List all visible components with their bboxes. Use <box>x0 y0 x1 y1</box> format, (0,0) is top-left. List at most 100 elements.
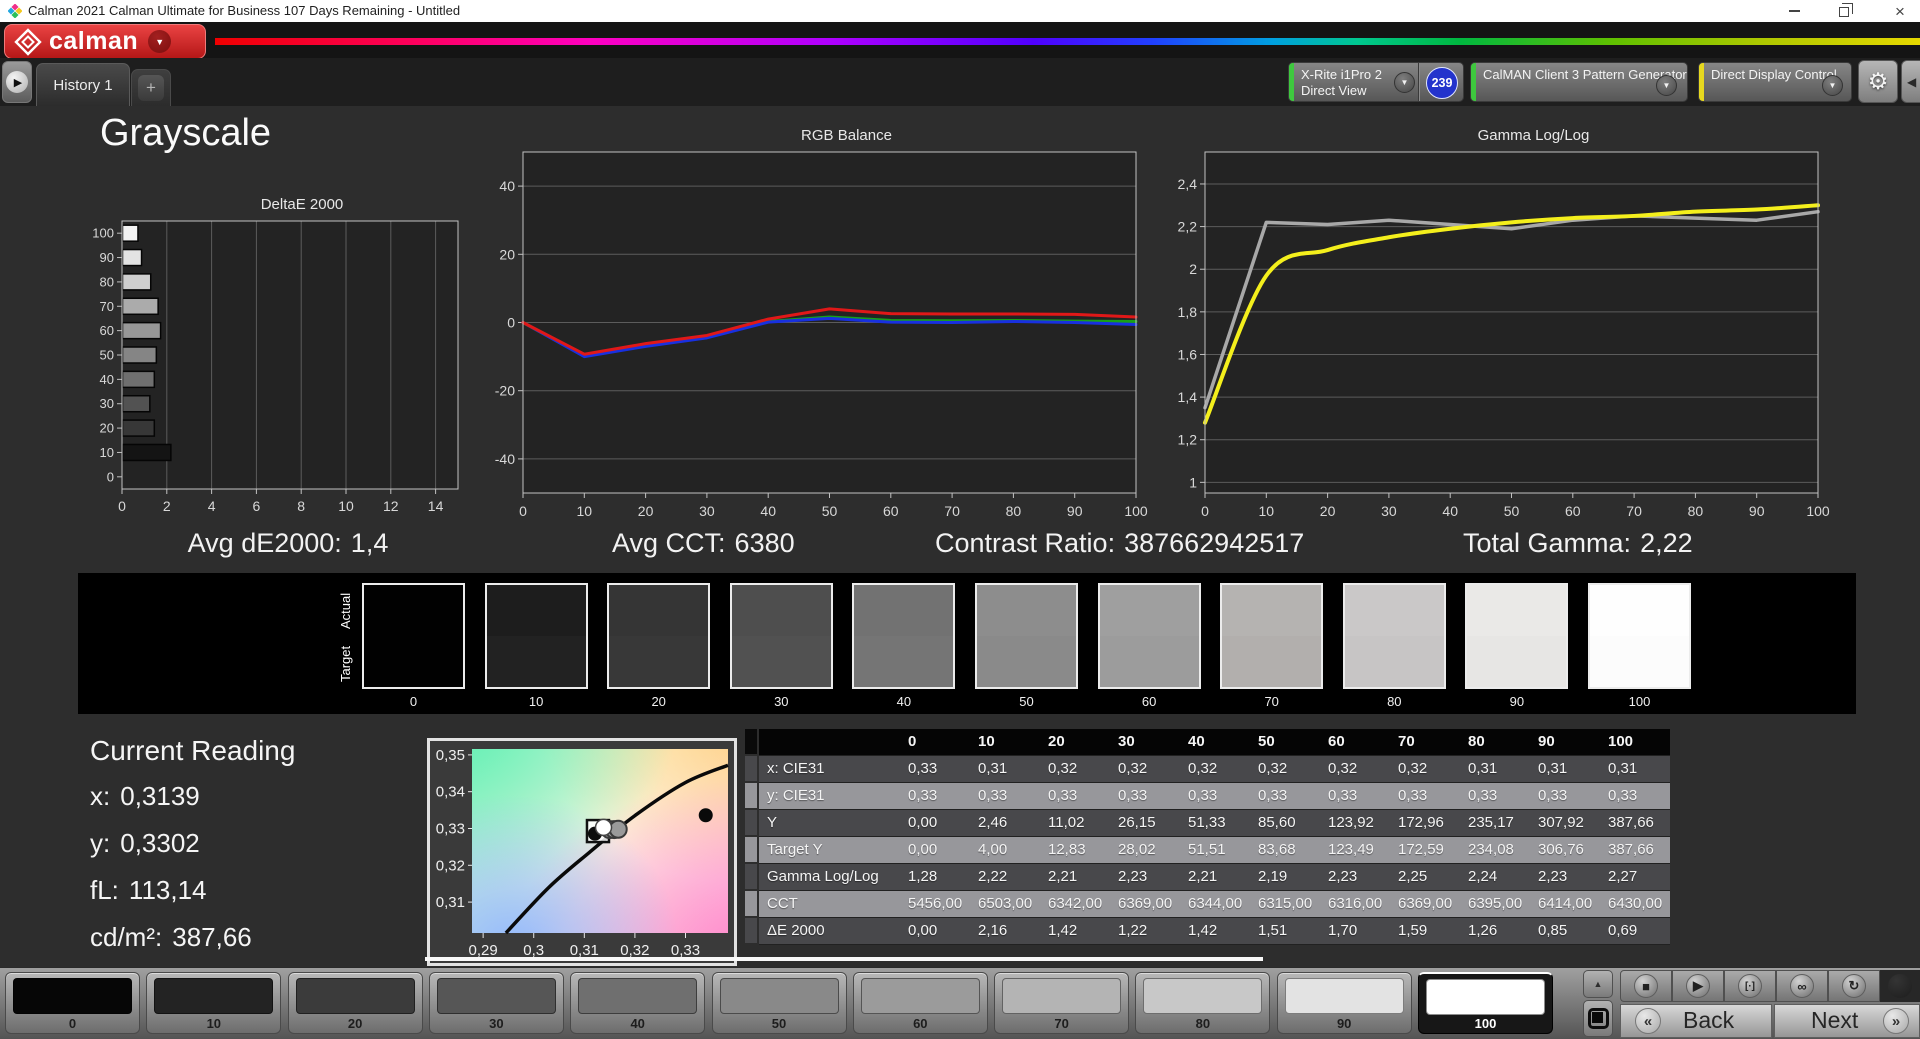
cell-value: 1,42 <box>1180 917 1250 945</box>
strip-swatch-100 <box>1588 583 1691 689</box>
chevron-down-icon: ▼ <box>1394 72 1415 93</box>
cell-value: 2,21 <box>1040 863 1110 891</box>
repeat-button[interactable]: ↻ <box>1828 970 1880 1002</box>
pattern-button-100[interactable]: 100 <box>1418 972 1553 1034</box>
swatch-target <box>1467 636 1567 687</box>
pattern-button-30[interactable]: 30 <box>428 972 564 1034</box>
pattern-window-button[interactable] <box>1583 1000 1613 1037</box>
display-control-dropdown[interactable]: Direct Display Control ▼ <box>1698 62 1852 102</box>
add-tab-button[interactable]: + <box>131 69 171 106</box>
stat-total-gamma: Total Gamma: 2,22 <box>1463 528 1693 558</box>
pattern-button-0[interactable]: 0 <box>5 972 140 1034</box>
pattern-label: 90 <box>1336 1016 1352 1031</box>
play-button[interactable]: ▶ <box>1672 970 1724 1002</box>
cell-value: 6315,00 <box>1250 890 1320 918</box>
cell-value: 83,68 <box>1250 836 1320 864</box>
gamma-loglog-chart: Gamma Log/Log 2,4 2,2 2 1,8 1,6 1,4 1,2 1 0 10 20 3… <box>1162 127 1862 522</box>
collapse-panel-button[interactable]: ◀ <box>1901 60 1920 103</box>
swatch-label: 30 <box>774 694 789 709</box>
cell-value: 0,32 <box>1180 755 1250 783</box>
cell-value: 0,31 <box>1460 755 1530 783</box>
workflow-advance-button[interactable]: ▶ <box>2 61 32 103</box>
svg-text:10: 10 <box>577 503 593 519</box>
cell-value: 6395,00 <box>1460 890 1530 918</box>
svg-text:0,35: 0,35 <box>436 747 465 764</box>
svg-text:10: 10 <box>338 498 354 514</box>
pattern-label: 0 <box>68 1016 77 1031</box>
pattern-swatch <box>1002 978 1122 1014</box>
meter-dropdown[interactable]: X-Rite i1Pro 2 Direct View ▼ 239 <box>1288 62 1464 102</box>
stop-icon: ■ <box>1634 974 1658 998</box>
next-button[interactable]: Next » <box>1774 1004 1920 1038</box>
strip-swatch-50 <box>975 583 1078 689</box>
back-button[interactable]: « Back <box>1620 1004 1772 1038</box>
svg-text:-40: -40 <box>495 451 515 467</box>
app-icon <box>7 3 23 23</box>
settings-button[interactable]: ⚙ <box>1858 60 1898 103</box>
svg-text:12: 12 <box>383 498 399 514</box>
restore-button[interactable] <box>1825 0 1865 22</box>
pattern-button-50[interactable]: 50 <box>711 972 847 1034</box>
pattern-toolbar: ▲ « Back Next » 0 10 20 30 40 50 60 70 80 90 100 ■ ▶… <box>0 967 1920 1039</box>
table-header-row: 0 10 20 30 40 50 60 70 80 90 100 <box>745 729 1670 756</box>
pattern-button-90[interactable]: 90 <box>1276 972 1412 1034</box>
svg-text:0,33: 0,33 <box>436 820 465 837</box>
pattern-label: 10 <box>206 1016 222 1031</box>
svg-text:2,4: 2,4 <box>1178 176 1198 192</box>
pattern-panel-toggle[interactable]: ▲ <box>1583 970 1613 998</box>
svg-text:20: 20 <box>1320 503 1336 519</box>
tab-history-1[interactable]: History 1 <box>36 63 130 106</box>
swatch-target <box>977 636 1076 687</box>
strip-swatch-10 <box>484 583 588 689</box>
pattern-button-60[interactable]: 60 <box>852 972 988 1034</box>
chevron-up-icon: ▲ <box>1593 979 1603 989</box>
pattern-label: 40 <box>630 1016 645 1031</box>
results-table: 0 10 20 30 40 50 60 70 80 90 100 x: CIE31 0,33 0,31 0,… <box>745 729 1670 945</box>
stop-button[interactable]: ■ <box>1620 970 1672 1002</box>
pattern-label: 70 <box>1054 1016 1069 1031</box>
gamma-canvas: 2,4 2,2 2 1,8 1,6 1,4 1,2 1 0 10 20 30 40 50 60 70 80 90 1… <box>1162 148 1862 527</box>
pattern-label: 50 <box>771 1016 787 1031</box>
cell-value: 0,69 <box>1600 917 1670 945</box>
close-button[interactable]: × <box>1880 0 1920 22</box>
svg-text:0,34: 0,34 <box>436 784 465 801</box>
table-row: CCT 5456,00 6503,00 6342,00 6369,00 6344,00 63… <box>745 890 1670 918</box>
meter-count-badge[interactable]: 239 <box>1426 67 1458 99</box>
cell-value: 0,00 <box>900 836 970 864</box>
pattern-button-10[interactable]: 10 <box>146 972 282 1034</box>
strip-row-label-target: Target <box>338 645 353 682</box>
cell-value: 0,33 <box>1390 782 1460 810</box>
continuous-button[interactable]: ∞ <box>1776 970 1828 1002</box>
pattern-label: 30 <box>489 1016 504 1031</box>
swatch-actual <box>1590 585 1689 636</box>
table-row: Target Y 0,00 4,00 12,83 28,02 51,51 83,68 123,… <box>745 836 1670 864</box>
pattern-button-20[interactable]: 20 <box>287 972 423 1034</box>
pattern-label: 20 <box>347 1016 363 1031</box>
current-reading-panel: Current Reading x: 0,3139 y: 0,3302 fL: 113… <box>90 735 295 969</box>
calman-menu-button[interactable]: calman ▼ <box>4 24 206 59</box>
pattern-button-70[interactable]: 70 <box>994 972 1130 1034</box>
swatch-label: 10 <box>528 694 544 709</box>
cell-value: 1,26 <box>1460 917 1530 945</box>
strip-swatch-0 <box>362 583 465 689</box>
svg-text:60: 60 <box>1565 503 1581 519</box>
swatch-actual <box>609 585 709 636</box>
cell-value: 0,00 <box>900 809 970 837</box>
cell-value: 1,22 <box>1110 917 1180 945</box>
minimize-button[interactable] <box>1774 0 1814 22</box>
cell-value: 5456,00 <box>900 890 970 918</box>
cell-value: 172,96 <box>1390 809 1460 837</box>
svg-text:10: 10 <box>1259 503 1275 519</box>
swatch-target <box>1590 636 1689 687</box>
series-range-button[interactable]: [·] <box>1724 970 1776 1002</box>
chevron-left-icon: ◀ <box>1907 74 1917 89</box>
pattern-button-80[interactable]: 80 <box>1135 972 1271 1034</box>
svg-text:30: 30 <box>100 396 114 411</box>
svg-text:0: 0 <box>1201 503 1209 519</box>
pattern-button-40[interactable]: 40 <box>570 972 706 1034</box>
cell-value: 0,31 <box>970 755 1040 783</box>
pattern-swatch <box>295 978 415 1014</box>
source-dropdown[interactable]: CalMAN Client 3 Pattern Generator ▼ <box>1470 62 1688 102</box>
window-titlebar: Calman 2021 Calman Ultimate for Business… <box>0 0 1920 22</box>
pattern-swatch <box>578 978 698 1014</box>
